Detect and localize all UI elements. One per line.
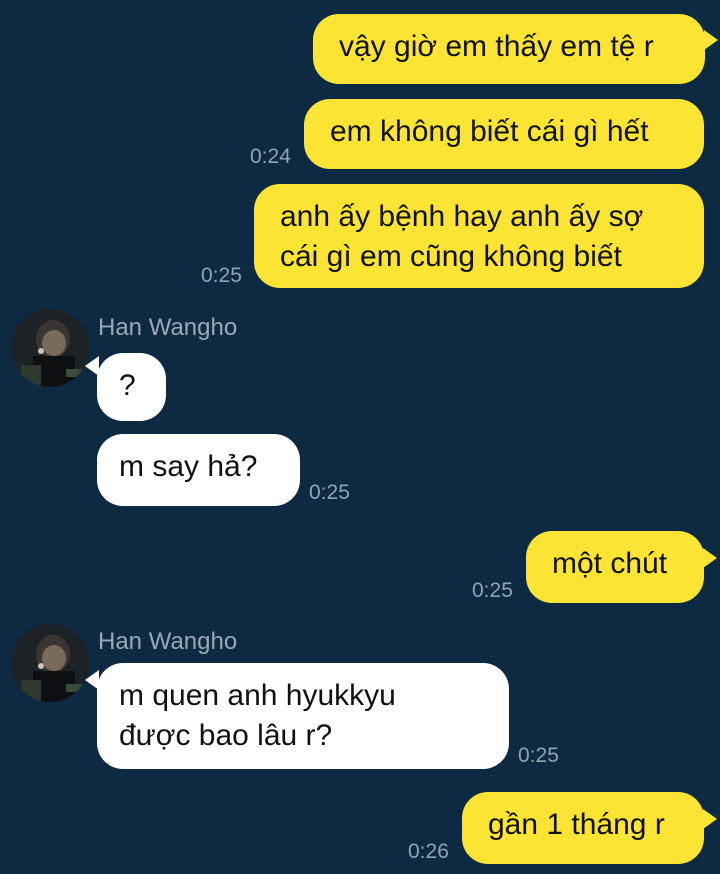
message-bubble-incoming[interactable]: m quen anh hyukkyu được bao lâu r? xyxy=(97,663,509,769)
message-bubble-incoming[interactable]: m say hả? xyxy=(97,434,300,506)
message-bubble-outgoing[interactable]: gần 1 tháng r xyxy=(462,792,704,864)
message-timestamp: 0:25 xyxy=(201,264,242,287)
message-bubble-outgoing[interactable]: một chút xyxy=(526,531,704,603)
contact-avatar[interactable] xyxy=(11,624,89,702)
message-timestamp: 0:25 xyxy=(518,744,559,767)
bubble-tail xyxy=(704,30,718,50)
bubble-tail xyxy=(703,809,717,829)
message-timestamp: 0:24 xyxy=(250,145,291,168)
contact-avatar[interactable] xyxy=(11,309,89,387)
message-bubble-incoming[interactable]: ? xyxy=(97,353,166,421)
avatar-photo-icon xyxy=(11,624,89,702)
message-timestamp: 0:25 xyxy=(309,481,350,504)
message-bubble-outgoing[interactable]: vậy giờ em thấy em tệ r xyxy=(313,14,705,84)
bubble-tail xyxy=(703,548,717,568)
message-bubble-outgoing[interactable]: em không biết cái gì hết xyxy=(304,99,704,169)
contact-name: Han Wangho xyxy=(98,628,238,655)
message-timestamp: 0:26 xyxy=(408,840,449,863)
contact-name: Han Wangho xyxy=(98,314,238,341)
avatar-photo-icon xyxy=(11,309,89,387)
message-bubble-outgoing[interactable]: anh ấy bệnh hay anh ấy sợ cái gì em cũng… xyxy=(254,184,704,288)
message-timestamp: 0:25 xyxy=(472,579,513,602)
